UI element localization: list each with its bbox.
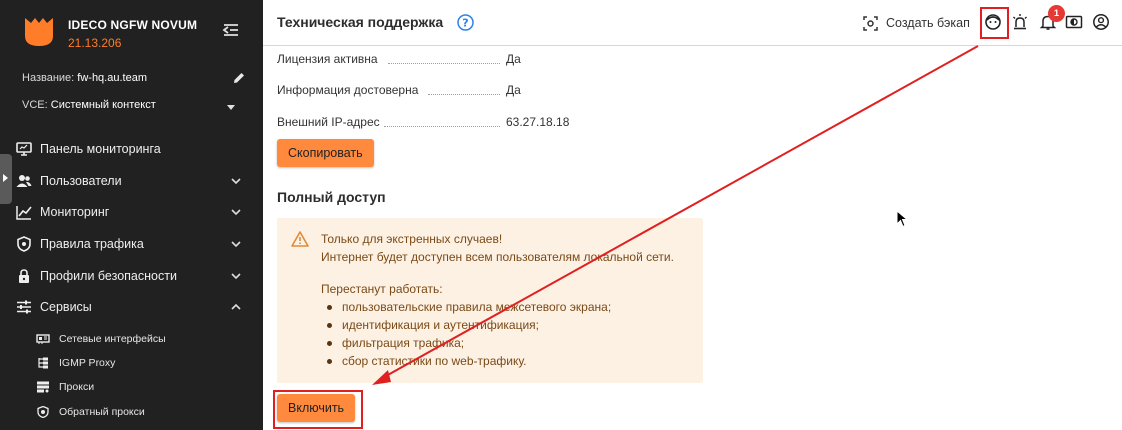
edit-pencil-icon[interactable]	[232, 71, 246, 85]
subitem-label: IGMP Proxy	[59, 357, 116, 369]
dotted-leader	[384, 126, 500, 127]
list-item: пользовательские правила межсетевого экр…	[327, 298, 611, 316]
lock-icon	[19, 268, 29, 283]
chevron-down-icon	[231, 209, 241, 216]
highlight-box-enable-button	[273, 390, 363, 429]
nav-item-security-profiles[interactable]: Профили безопасности	[0, 260, 263, 292]
notification-count-badge: 1	[1048, 5, 1065, 22]
server-icon	[37, 381, 49, 393]
sidebar-subitem-igmp-proxy[interactable]: IGMP Proxy	[0, 351, 263, 375]
warning-line: Только для экстренных случаев!	[321, 232, 503, 246]
main-nav: Панель мониторинга Пользователи Монитори…	[0, 133, 263, 323]
list-item: идентификация и аутентификация;	[327, 316, 611, 334]
chevron-up-icon	[231, 304, 241, 311]
mouse-cursor-icon	[896, 210, 908, 228]
license-row: Лицензия активна Да	[277, 52, 597, 68]
device-name-value: fw-hq.au.team	[77, 72, 147, 84]
brand-version: 21.13.206	[68, 36, 122, 50]
warning-triangle-icon	[291, 231, 309, 247]
nav-item-monitoring[interactable]: Мониторинг	[0, 196, 263, 228]
stop-list: пользовательские правила межсетевого экр…	[327, 298, 611, 370]
sidebar-subitem-network-interfaces[interactable]: Сетевые интерфейсы	[0, 327, 263, 351]
brand: IDECO NGFW NOVUM 21.13.206	[22, 14, 252, 54]
highlight-box-support-icon	[980, 7, 1009, 39]
license-row: Внешний IP-адрес 63.27.18.18	[277, 115, 597, 131]
triangle-right-icon	[3, 174, 8, 182]
warning-box: Только для экстренных случаев! Интернет …	[277, 218, 703, 383]
brand-name: IDECO NGFW NOVUM	[68, 18, 198, 32]
vce-select[interactable]: VCE: Системный контекст	[22, 99, 250, 117]
license-row-label: Внешний IP-адрес	[277, 115, 380, 129]
users-icon	[16, 174, 32, 187]
license-row-value: Да	[506, 83, 521, 97]
license-row-value: Да	[506, 52, 521, 66]
chevron-down-icon	[231, 273, 241, 279]
account-circle-icon[interactable]	[1092, 13, 1110, 31]
stop-list-title: Перестанут работать:	[321, 282, 443, 296]
collapse-sidebar-icon[interactable]	[222, 22, 240, 38]
sidebar-subitem-reverse-proxy[interactable]: Обратный прокси	[0, 400, 263, 424]
nav-item-traffic-rules[interactable]: Правила трафика	[0, 228, 263, 260]
subitem-label: Обратный прокси	[59, 406, 145, 418]
copy-button[interactable]: Скопировать	[277, 139, 374, 167]
chart-line-icon	[16, 206, 32, 220]
license-row-value: 63.27.18.18	[506, 115, 570, 129]
nav-item-label: Профили безопасности	[40, 268, 177, 283]
warning-line: Интернет будет доступен всем пользовател…	[321, 250, 674, 264]
device-name-label: Название:	[22, 72, 75, 84]
dotted-leader	[428, 94, 500, 95]
license-card-icon[interactable]	[1065, 13, 1083, 31]
chevron-down-icon	[231, 241, 241, 248]
list-item: фильтрация трафика;	[327, 334, 611, 352]
network-card-icon	[36, 334, 50, 344]
vce-label: VCE:	[22, 99, 48, 111]
create-backup-label: Создать бэкап	[886, 16, 970, 30]
monitor-icon	[16, 142, 32, 156]
nav-item-services[interactable]: Сервисы	[0, 291, 263, 323]
dotted-leader	[388, 63, 500, 64]
sliders-icon	[17, 300, 31, 314]
page-title: Техническая поддержка	[277, 14, 444, 30]
alarm-light-icon[interactable]	[1011, 13, 1029, 31]
nav-item-label: Мониторинг	[40, 205, 110, 220]
subitem-label: Прокси	[59, 381, 95, 393]
shield-gear-icon	[37, 406, 49, 418]
license-row: Информация достоверна Да	[277, 83, 597, 99]
nav-item-label: Панель мониторинга	[40, 141, 161, 156]
nav-item-label: Пользователи	[40, 173, 122, 188]
full-access-title: Полный доступ	[277, 189, 386, 205]
caret-down-icon	[227, 105, 235, 110]
sidebar: IDECO NGFW NOVUM 21.13.206 Название: fw-…	[0, 0, 263, 430]
ideco-logo-icon	[25, 18, 53, 46]
list-item: сбор статистики по web-трафику.	[327, 352, 611, 370]
sidebar-resize-handle[interactable]	[0, 154, 12, 204]
vce-value: Системный контекст	[50, 99, 156, 111]
help-icon[interactable]: ?	[457, 14, 474, 31]
nav-item-label: Сервисы	[40, 300, 92, 315]
svg-text:?: ?	[462, 17, 468, 30]
create-backup-button[interactable]: Создать бэкап	[863, 14, 970, 32]
screenshot-frame-icon	[863, 15, 878, 31]
nav-item-label: Правила трафика	[40, 236, 144, 251]
sidebar-subitem-proxy[interactable]: Прокси	[0, 375, 263, 399]
license-row-label: Лицензия активна	[277, 52, 378, 66]
chevron-down-icon	[231, 178, 241, 184]
nav-item-users[interactable]: Пользователи	[0, 165, 263, 197]
nav-item-dashboard[interactable]: Панель мониторинга	[0, 133, 263, 165]
main-content: Лицензия активна Да Информация достоверн…	[263, 47, 1122, 430]
shield-icon	[17, 236, 31, 252]
license-row-label: Информация достоверна	[277, 83, 419, 97]
subitem-label: Сетевые интерфейсы	[59, 333, 166, 345]
device-name-row: Название: fw-hq.au.team	[22, 72, 250, 90]
tree-icon	[38, 357, 48, 369]
